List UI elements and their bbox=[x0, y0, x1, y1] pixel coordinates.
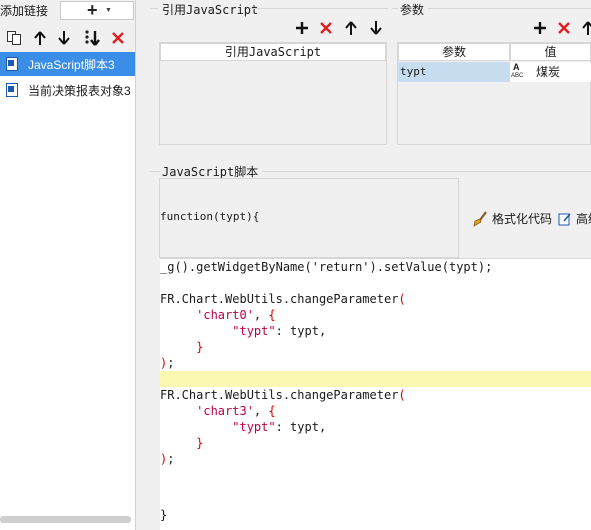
code-line: } bbox=[160, 435, 203, 451]
params-add-button[interactable] bbox=[530, 18, 550, 38]
divider bbox=[392, 8, 398, 9]
delete-button[interactable] bbox=[108, 28, 128, 48]
code-line: FR.Chart.WebUtils.changeParameter( bbox=[160, 387, 406, 403]
function-signature: function(typt){ bbox=[160, 210, 259, 223]
format-code-button[interactable]: 格式化代码 bbox=[472, 210, 552, 227]
params-column-param: 参数 bbox=[398, 43, 510, 61]
divider bbox=[150, 8, 158, 9]
param-value-cell[interactable]: A ABC 煤炭 bbox=[510, 62, 591, 82]
divider bbox=[250, 8, 388, 9]
list-item-label: JavaScript脚本3 bbox=[28, 56, 115, 73]
plus-icon bbox=[295, 21, 309, 35]
move-bottom-icon bbox=[83, 29, 101, 47]
list-item[interactable]: 当前决策报表对象3 bbox=[0, 78, 135, 102]
arrow-up-icon bbox=[344, 20, 358, 36]
advanced-label: 高级 bbox=[576, 210, 591, 227]
code-line: } bbox=[160, 339, 203, 355]
script-file-icon bbox=[6, 83, 18, 97]
ref-js-delete-button[interactable] bbox=[316, 18, 336, 38]
code-line: _g().getWidgetByName('return').setValue(… bbox=[160, 259, 492, 275]
link-list: JavaScript脚本3 当前决策报表对象3 bbox=[0, 52, 135, 530]
close-icon bbox=[111, 31, 125, 45]
script-file-icon bbox=[6, 57, 18, 71]
add-link-button[interactable]: + ▼ bbox=[60, 1, 134, 20]
params-delete-button[interactable] bbox=[554, 18, 574, 38]
code-line: FR.Chart.WebUtils.changeParameter( bbox=[160, 291, 406, 307]
arrow-up-icon bbox=[581, 20, 591, 36]
format-code-label: 格式化代码 bbox=[492, 210, 552, 227]
ref-js-section-title: 引用JavaScript bbox=[162, 1, 258, 18]
chevron-down-icon: ▼ bbox=[105, 7, 112, 14]
horizontal-scrollbar[interactable] bbox=[0, 516, 131, 523]
copy-button[interactable] bbox=[4, 28, 24, 48]
ref-js-down-button[interactable] bbox=[366, 18, 386, 38]
arrow-down-icon bbox=[57, 30, 71, 46]
param-name-cell[interactable]: typt bbox=[398, 62, 510, 82]
ref-js-column-header: 引用JavaScript bbox=[160, 43, 386, 61]
code-line: 'chart0', { bbox=[160, 307, 276, 323]
ref-js-up-button[interactable] bbox=[341, 18, 361, 38]
close-icon bbox=[557, 21, 571, 35]
type-badge-bottom: ABC bbox=[511, 72, 533, 80]
params-section-title: 参数 bbox=[400, 1, 424, 18]
code-line: ); bbox=[160, 451, 174, 467]
copy-icon bbox=[6, 30, 22, 46]
list-item[interactable]: JavaScript脚本3 bbox=[0, 52, 135, 76]
code-line: "typt": typt, bbox=[160, 419, 326, 435]
params-column-value: 值 bbox=[510, 43, 591, 61]
add-link-label: 添加链接 bbox=[0, 2, 48, 19]
code-line: "typt": typt, bbox=[160, 323, 326, 339]
plus-icon bbox=[533, 21, 547, 35]
divider bbox=[150, 171, 160, 172]
ref-js-add-button[interactable] bbox=[292, 18, 312, 38]
current-line-highlight bbox=[160, 371, 591, 387]
type-selector[interactable]: A ABC bbox=[511, 62, 533, 82]
divider bbox=[262, 171, 591, 172]
code-line: 'chart3', { bbox=[160, 403, 276, 419]
close-icon bbox=[319, 21, 333, 35]
move-down-button[interactable] bbox=[54, 28, 74, 48]
code-line: ); bbox=[160, 355, 174, 371]
arrow-up-icon bbox=[33, 30, 47, 46]
arrow-down-icon bbox=[369, 20, 383, 36]
param-value-text: 煤炭 bbox=[536, 62, 560, 82]
move-to-bottom-button[interactable] bbox=[82, 28, 102, 48]
move-up-button[interactable] bbox=[30, 28, 50, 48]
plus-icon: + bbox=[87, 0, 98, 20]
advanced-button[interactable]: 高级 bbox=[558, 210, 591, 227]
params-up-button[interactable] bbox=[578, 18, 591, 38]
edit-icon bbox=[558, 212, 572, 226]
code-editor[interactable]: _g().getWidgetByName('return').setValue(… bbox=[160, 258, 591, 530]
divider bbox=[428, 8, 591, 9]
link-panel: 添加链接 + ▼ bbox=[0, 0, 136, 530]
brush-icon bbox=[472, 211, 488, 227]
list-item-label: 当前决策报表对象3 bbox=[28, 82, 131, 99]
closing-brace: } bbox=[160, 507, 167, 523]
type-badge-top: A bbox=[511, 62, 533, 72]
